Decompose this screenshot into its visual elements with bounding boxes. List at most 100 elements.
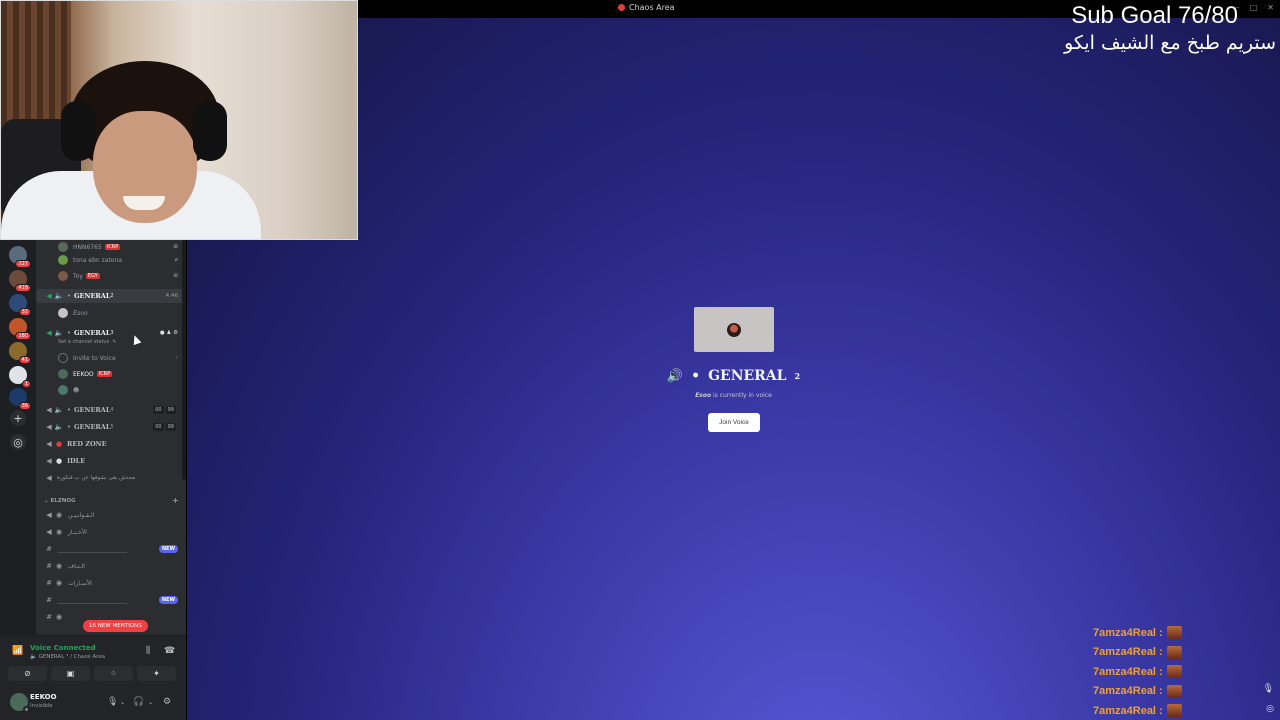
voice-channel-red-zone[interactable]: ◀ ● RED ZONE <box>36 437 184 451</box>
channel-item[interactable]: ◀ ◉ الـقـوانـيـن <box>36 508 184 522</box>
member-tag: ICRP <box>104 244 121 250</box>
voice-location-text: GENERAL ³ / Chaos Area <box>38 654 105 660</box>
hashtag-icon: # <box>46 596 52 604</box>
voice-user: Esoo <box>695 392 712 399</box>
channel-item[interactable]: ◀ ◉ الأخـبـار <box>36 525 184 539</box>
maximize-icon[interactable]: □ <box>1250 3 1258 12</box>
new-mentions-pill[interactable]: 16 NEW MENTIONS <box>83 620 148 632</box>
mention-badge: 1 <box>21 380 31 388</box>
avatar <box>58 242 68 252</box>
channel-sup: 4 <box>110 407 114 413</box>
channel-item[interactable]: # ◉ الأسـارات <box>36 576 184 590</box>
camera-off-button[interactable]: ⊘ <box>8 666 47 681</box>
invite-icon <box>58 353 68 363</box>
add-channel-icon[interactable]: + <box>172 496 179 505</box>
voice-member-row[interactable]: Esoo <box>36 306 184 320</box>
channel-sup: 5 <box>110 424 114 430</box>
chevron-down-icon[interactable]: ⌄ <box>148 699 153 706</box>
user-count: 00 <box>153 406 164 414</box>
screen-share-icon: ▣ <box>66 669 75 678</box>
server-icon-7[interactable]: 36 <box>9 388 31 410</box>
channel-name: GENERAL <box>74 292 111 300</box>
server-icon-1[interactable]: 227 <box>9 246 31 268</box>
chat-icon[interactable]: ● <box>160 330 165 336</box>
avatar[interactable] <box>10 693 30 713</box>
voice-member-row[interactable]: tona ebn zatona ⌀ <box>36 253 184 267</box>
settings-icon[interactable]: ◎ <box>1266 704 1274 714</box>
join-voice-button[interactable]: Join Voice <box>708 413 760 432</box>
voice-member-row[interactable]: EEKOO ICRP <box>36 367 184 381</box>
invite-to-voice-row[interactable]: Invite to Voice › <box>36 351 184 365</box>
channel-name: _______________________ <box>58 545 127 553</box>
gear-icon[interactable]: ⚙ <box>163 697 171 707</box>
channel-scrollbar[interactable] <box>182 240 186 480</box>
channel-item[interactable]: # _______________________ NEW <box>36 542 184 556</box>
voice-connection-panel: 📶 Voice Connected 🔈 GENERAL ³ / Chaos Ar… <box>0 635 186 685</box>
channel-actions: ● ♟ ⚙ <box>160 330 178 336</box>
screen-share-button[interactable]: ▣ <box>51 666 90 681</box>
microphone-icon[interactable]: 🎙 <box>107 697 118 707</box>
add-server-icon[interactable]: + <box>10 410 26 426</box>
microphone-icon[interactable]: 🎙 <box>1263 684 1274 694</box>
red-circle-icon: ● <box>55 440 63 448</box>
server-icon <box>618 4 625 11</box>
category-header[interactable]: ⌄ ELZNOG + <box>44 496 179 505</box>
voice-channel-general-4[interactable]: ◀ 🔈 • GENERAL 4 00 99 <box>36 403 184 417</box>
discover-icon[interactable]: ◎ <box>10 434 26 450</box>
soundboard-icon: ✦ <box>153 669 160 678</box>
channel-item[interactable]: # _______________________ NEW <box>36 593 184 607</box>
bullet: • <box>691 368 701 384</box>
emoji-icon: ◉ <box>55 528 63 536</box>
user-name[interactable]: EEKOO <box>30 693 57 701</box>
voice-member-row[interactable]: HNN6765 ICRP ⊠ <box>36 240 184 254</box>
hashtag-icon: # <box>46 545 52 553</box>
server-icon-5[interactable]: 41 <box>9 342 31 364</box>
invite-icon[interactable]: ♟ <box>166 330 171 336</box>
emoji-icon: ◉ <box>55 562 63 570</box>
avatar <box>58 369 68 379</box>
channel-name: الأسـارات <box>68 579 92 587</box>
noise-suppression-icon[interactable]: ⫼ <box>146 646 150 656</box>
soundboard-button[interactable]: ✦ <box>137 666 176 681</box>
voice-location: 🔈 GENERAL ³ / Chaos Area <box>30 654 105 660</box>
chevron-down-icon[interactable]: ⌄ <box>120 699 125 706</box>
voice-channel-title: 🔊 • GENERAL 2 <box>187 368 1280 384</box>
channel-sup: 2 <box>110 293 114 299</box>
server-icon-3[interactable]: 32 <box>9 294 31 316</box>
signal-icon[interactable]: 📶 <box>12 646 23 656</box>
voice-member-row[interactable]: ☻ <box>36 383 184 397</box>
gear-icon[interactable]: ⚙ <box>173 330 178 336</box>
speaker-icon: 🔈 <box>54 423 64 431</box>
server-icon-2[interactable]: 416 <box>9 270 31 292</box>
member-avatar <box>727 322 741 337</box>
headphones-icon[interactable]: 🎧 <box>133 697 144 707</box>
chat-line: 7amza4Real : <box>1093 682 1193 702</box>
voice-member-tile[interactable] <box>694 307 774 352</box>
channel-sup: 3 <box>110 330 114 336</box>
voice-member-row[interactable]: Toy EGY ⊠ <box>36 269 184 283</box>
disconnect-icon[interactable]: ☎ <box>164 646 175 656</box>
activities-button[interactable]: ⁘ <box>94 666 133 681</box>
speaker-icon: 🔈 <box>30 654 37 660</box>
speaker-icon: 🔈 <box>54 292 64 300</box>
avatar <box>58 385 68 395</box>
headset-left <box>61 101 95 161</box>
bullet: • <box>66 329 72 337</box>
voice-channel-general-2[interactable]: ◀ 🔈 • GENERAL 2 4:46 <box>36 289 184 303</box>
channel-item[interactable]: # ◉ الـتـاف <box>36 559 184 573</box>
channel-name: الأخـبـار <box>68 528 87 536</box>
announcement-icon: ◀ <box>46 528 52 536</box>
channel-name: محدش بقى بشوفها عن ب فنكورة <box>57 475 136 481</box>
voice-channel-general-5[interactable]: ◀ 🔈 • GENERAL 5 00 99 <box>36 420 184 434</box>
server-icon-4[interactable]: 180 <box>9 318 31 340</box>
camera-off-icon: ⊘ <box>24 669 31 678</box>
user-panel: EEKOO Invisible 🎙 ⌄ 🎧 ⌄ ⚙ <box>0 685 186 720</box>
channel-status-row[interactable]: Set a channel status ✎ <box>36 337 184 347</box>
voice-channel-idle[interactable]: ◀ ● IDLE <box>36 454 184 468</box>
speaker-icon: ◀ <box>46 440 52 448</box>
server-icon-6[interactable]: 1 <box>9 366 31 388</box>
voice-channel-arabic[interactable]: ◀ محدش بقى بشوفها عن ب فنكورة <box>36 471 184 485</box>
close-icon[interactable]: ✕ <box>1267 3 1274 12</box>
bullet: • <box>66 292 72 300</box>
deafened-icon: ⊠ <box>173 273 178 279</box>
